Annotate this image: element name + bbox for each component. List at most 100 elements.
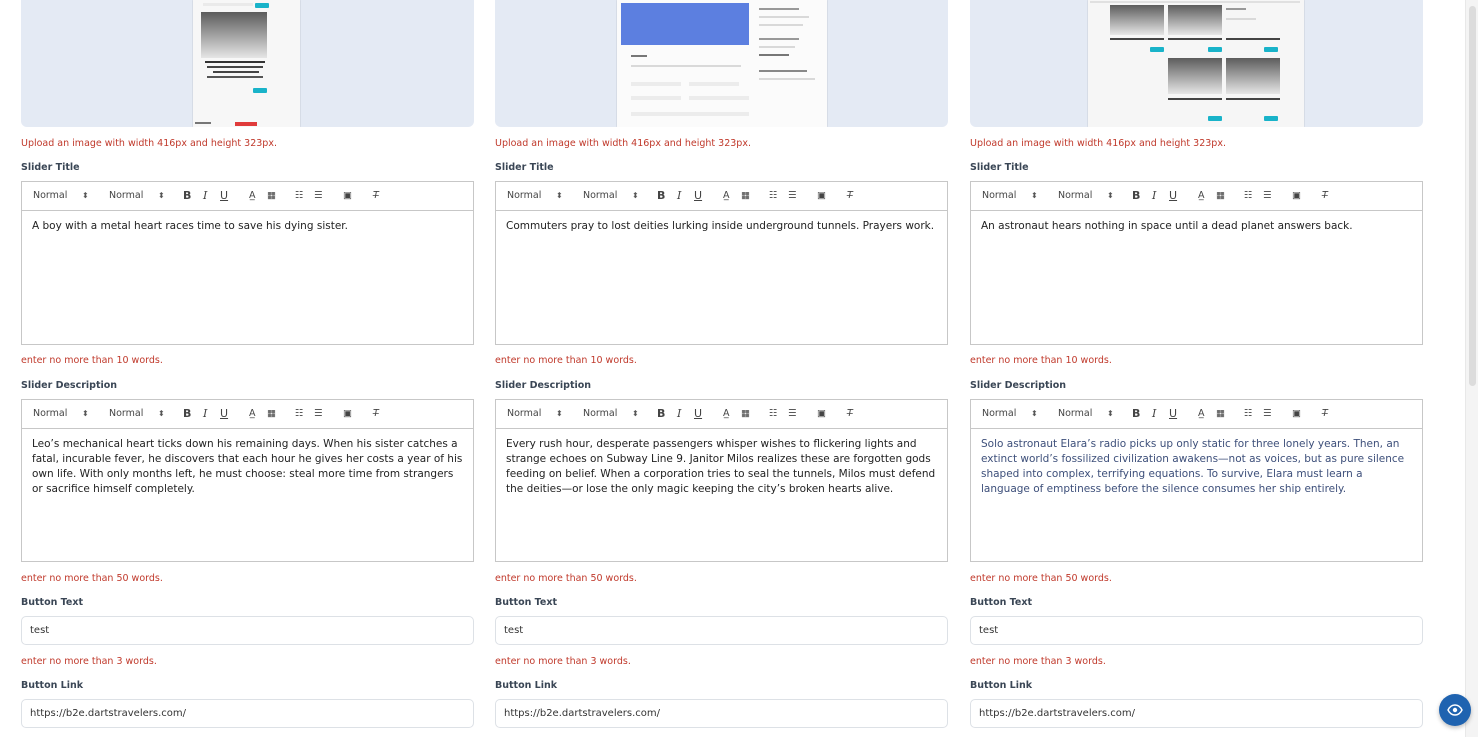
background-color-icon[interactable]: ▦ — [1216, 182, 1225, 210]
text-color-icon[interactable]: A̲ — [723, 400, 730, 428]
text-color-icon[interactable]: A̲ — [723, 182, 730, 210]
image-icon[interactable]: ▣ — [817, 182, 826, 210]
bullet-list-icon[interactable]: ☰ — [1263, 182, 1272, 210]
header-select[interactable]: Normal — [33, 400, 67, 428]
size-select[interactable]: Normal — [1058, 400, 1092, 428]
text-color-icon[interactable]: A̲ — [1198, 400, 1205, 428]
slider-description-content[interactable]: Solo astronaut Elara’s radio picks up on… — [971, 429, 1422, 505]
chevron-updown-icon: ⬍ — [82, 191, 89, 200]
bullet-list-icon[interactable]: ☰ — [788, 400, 797, 428]
ordered-list-icon[interactable]: ☷ — [295, 400, 304, 428]
button-link-input[interactable]: https://b2e.dartstravelers.com/ — [21, 699, 474, 728]
button-link-input[interactable]: https://b2e.dartstravelers.com/ — [970, 699, 1423, 728]
bullet-list-icon[interactable]: ☰ — [314, 182, 323, 210]
button-link-label: Button Link — [495, 680, 558, 691]
slider-title-content[interactable]: An astronaut hears nothing in space unti… — [971, 211, 1422, 242]
slider-description-content[interactable]: Every rush hour, desperate passengers wh… — [496, 429, 947, 505]
image-icon[interactable]: ▣ — [343, 400, 352, 428]
italic-icon[interactable]: I — [1152, 182, 1156, 210]
button-link-label: Button Link — [970, 680, 1033, 691]
size-select[interactable]: Normal — [109, 182, 143, 210]
ordered-list-icon[interactable]: ☷ — [295, 182, 304, 210]
title-hint: enter no more than 10 words. — [495, 355, 637, 366]
text-color-icon[interactable]: A̲ — [1198, 182, 1205, 210]
clear-format-icon[interactable]: T̶ — [373, 400, 379, 428]
slider-description-label: Slider Description — [970, 380, 1067, 391]
clear-format-icon[interactable]: T̶ — [847, 182, 853, 210]
size-select[interactable]: Normal — [109, 400, 143, 428]
clear-format-icon[interactable]: T̶ — [847, 400, 853, 428]
button-link-input[interactable]: https://b2e.dartstravelers.com/ — [495, 699, 948, 728]
image-icon[interactable]: ▣ — [343, 182, 352, 210]
chevron-updown-icon: ⬍ — [158, 191, 165, 200]
ordered-list-icon[interactable]: ☷ — [1244, 400, 1253, 428]
clear-format-icon[interactable]: T̶ — [1322, 400, 1328, 428]
italic-icon[interactable]: I — [677, 400, 681, 428]
preview-button[interactable] — [1439, 694, 1471, 726]
bullet-list-icon[interactable]: ☰ — [314, 400, 323, 428]
button-text-input[interactable]: test — [495, 616, 948, 645]
slide-image-preview — [193, 0, 300, 127]
underline-icon[interactable]: U — [694, 182, 702, 210]
ordered-list-icon[interactable]: ☷ — [769, 182, 778, 210]
size-select[interactable]: Normal — [583, 182, 617, 210]
italic-icon[interactable]: I — [1152, 400, 1156, 428]
bold-icon[interactable]: B — [657, 182, 665, 210]
italic-icon[interactable]: I — [203, 182, 207, 210]
background-color-icon[interactable]: ▦ — [741, 182, 750, 210]
text-color-icon[interactable]: A̲ — [249, 400, 256, 428]
clear-format-icon[interactable]: T̶ — [1322, 182, 1328, 210]
bullet-list-icon[interactable]: ☰ — [1263, 400, 1272, 428]
background-color-icon[interactable]: ▦ — [267, 182, 276, 210]
size-select[interactable]: Normal — [583, 400, 617, 428]
underline-icon[interactable]: U — [220, 182, 228, 210]
header-select[interactable]: Normal — [982, 182, 1016, 210]
page-scrollbar[interactable] — [1465, 0, 1478, 737]
bold-icon[interactable]: B — [1132, 400, 1140, 428]
slide-image-upload[interactable] — [21, 0, 474, 127]
scrollbar-thumb[interactable] — [1469, 6, 1476, 386]
ordered-list-icon[interactable]: ☷ — [769, 400, 778, 428]
bold-icon[interactable]: B — [183, 400, 191, 428]
header-select[interactable]: Normal — [507, 182, 541, 210]
slide-image-upload[interactable] — [495, 0, 948, 127]
chevron-updown-icon: ⬍ — [158, 409, 165, 418]
button-text-input[interactable]: test — [970, 616, 1423, 645]
background-color-icon[interactable]: ▦ — [267, 400, 276, 428]
italic-icon[interactable]: I — [203, 400, 207, 428]
size-select[interactable]: Normal — [1058, 182, 1092, 210]
image-icon[interactable]: ▣ — [1292, 400, 1301, 428]
ordered-list-icon[interactable]: ☷ — [1244, 182, 1253, 210]
header-select[interactable]: Normal — [507, 400, 541, 428]
slider-description-content[interactable]: Leo’s mechanical heart ticks down his re… — [22, 429, 473, 505]
underline-icon[interactable]: U — [1169, 182, 1177, 210]
image-icon[interactable]: ▣ — [817, 400, 826, 428]
button-text-input[interactable]: test — [21, 616, 474, 645]
slide-image-preview — [617, 0, 827, 127]
slider-title-content[interactable]: Commuters pray to lost deities lurking i… — [496, 211, 947, 242]
bullet-list-icon[interactable]: ☰ — [788, 182, 797, 210]
button-text-hint: enter no more than 3 words. — [495, 656, 631, 667]
underline-icon[interactable]: U — [694, 400, 702, 428]
editor-toolbar: Normal ⬍ Normal ⬍ B I U A̲ ▦ ☷ ☰ ▣ T̶ — [22, 182, 473, 211]
slide-image-upload[interactable] — [970, 0, 1423, 127]
button-text-hint: enter no more than 3 words. — [970, 656, 1106, 667]
bold-icon[interactable]: B — [1132, 182, 1140, 210]
text-color-icon[interactable]: A̲ — [249, 182, 256, 210]
underline-icon[interactable]: U — [1169, 400, 1177, 428]
clear-format-icon[interactable]: T̶ — [373, 182, 379, 210]
bold-icon[interactable]: B — [183, 182, 191, 210]
upload-hint: Upload an image with width 416px and hei… — [21, 138, 277, 149]
background-color-icon[interactable]: ▦ — [741, 400, 750, 428]
header-select[interactable]: Normal — [982, 400, 1016, 428]
editor-toolbar: Normal ⬍ Normal ⬍ B I U A̲ ▦ ☷ ☰ ▣ T̶ — [496, 182, 947, 211]
header-select[interactable]: Normal — [33, 182, 67, 210]
italic-icon[interactable]: I — [677, 182, 681, 210]
image-icon[interactable]: ▣ — [1292, 182, 1301, 210]
background-color-icon[interactable]: ▦ — [1216, 400, 1225, 428]
slider-title-content[interactable]: A boy with a metal heart races time to s… — [22, 211, 473, 242]
bold-icon[interactable]: B — [657, 400, 665, 428]
underline-icon[interactable]: U — [220, 400, 228, 428]
chevron-updown-icon: ⬍ — [556, 191, 563, 200]
editor-toolbar: Normal ⬍ Normal ⬍ B I U A̲ ▦ ☷ ☰ ▣ T̶ — [971, 182, 1422, 211]
